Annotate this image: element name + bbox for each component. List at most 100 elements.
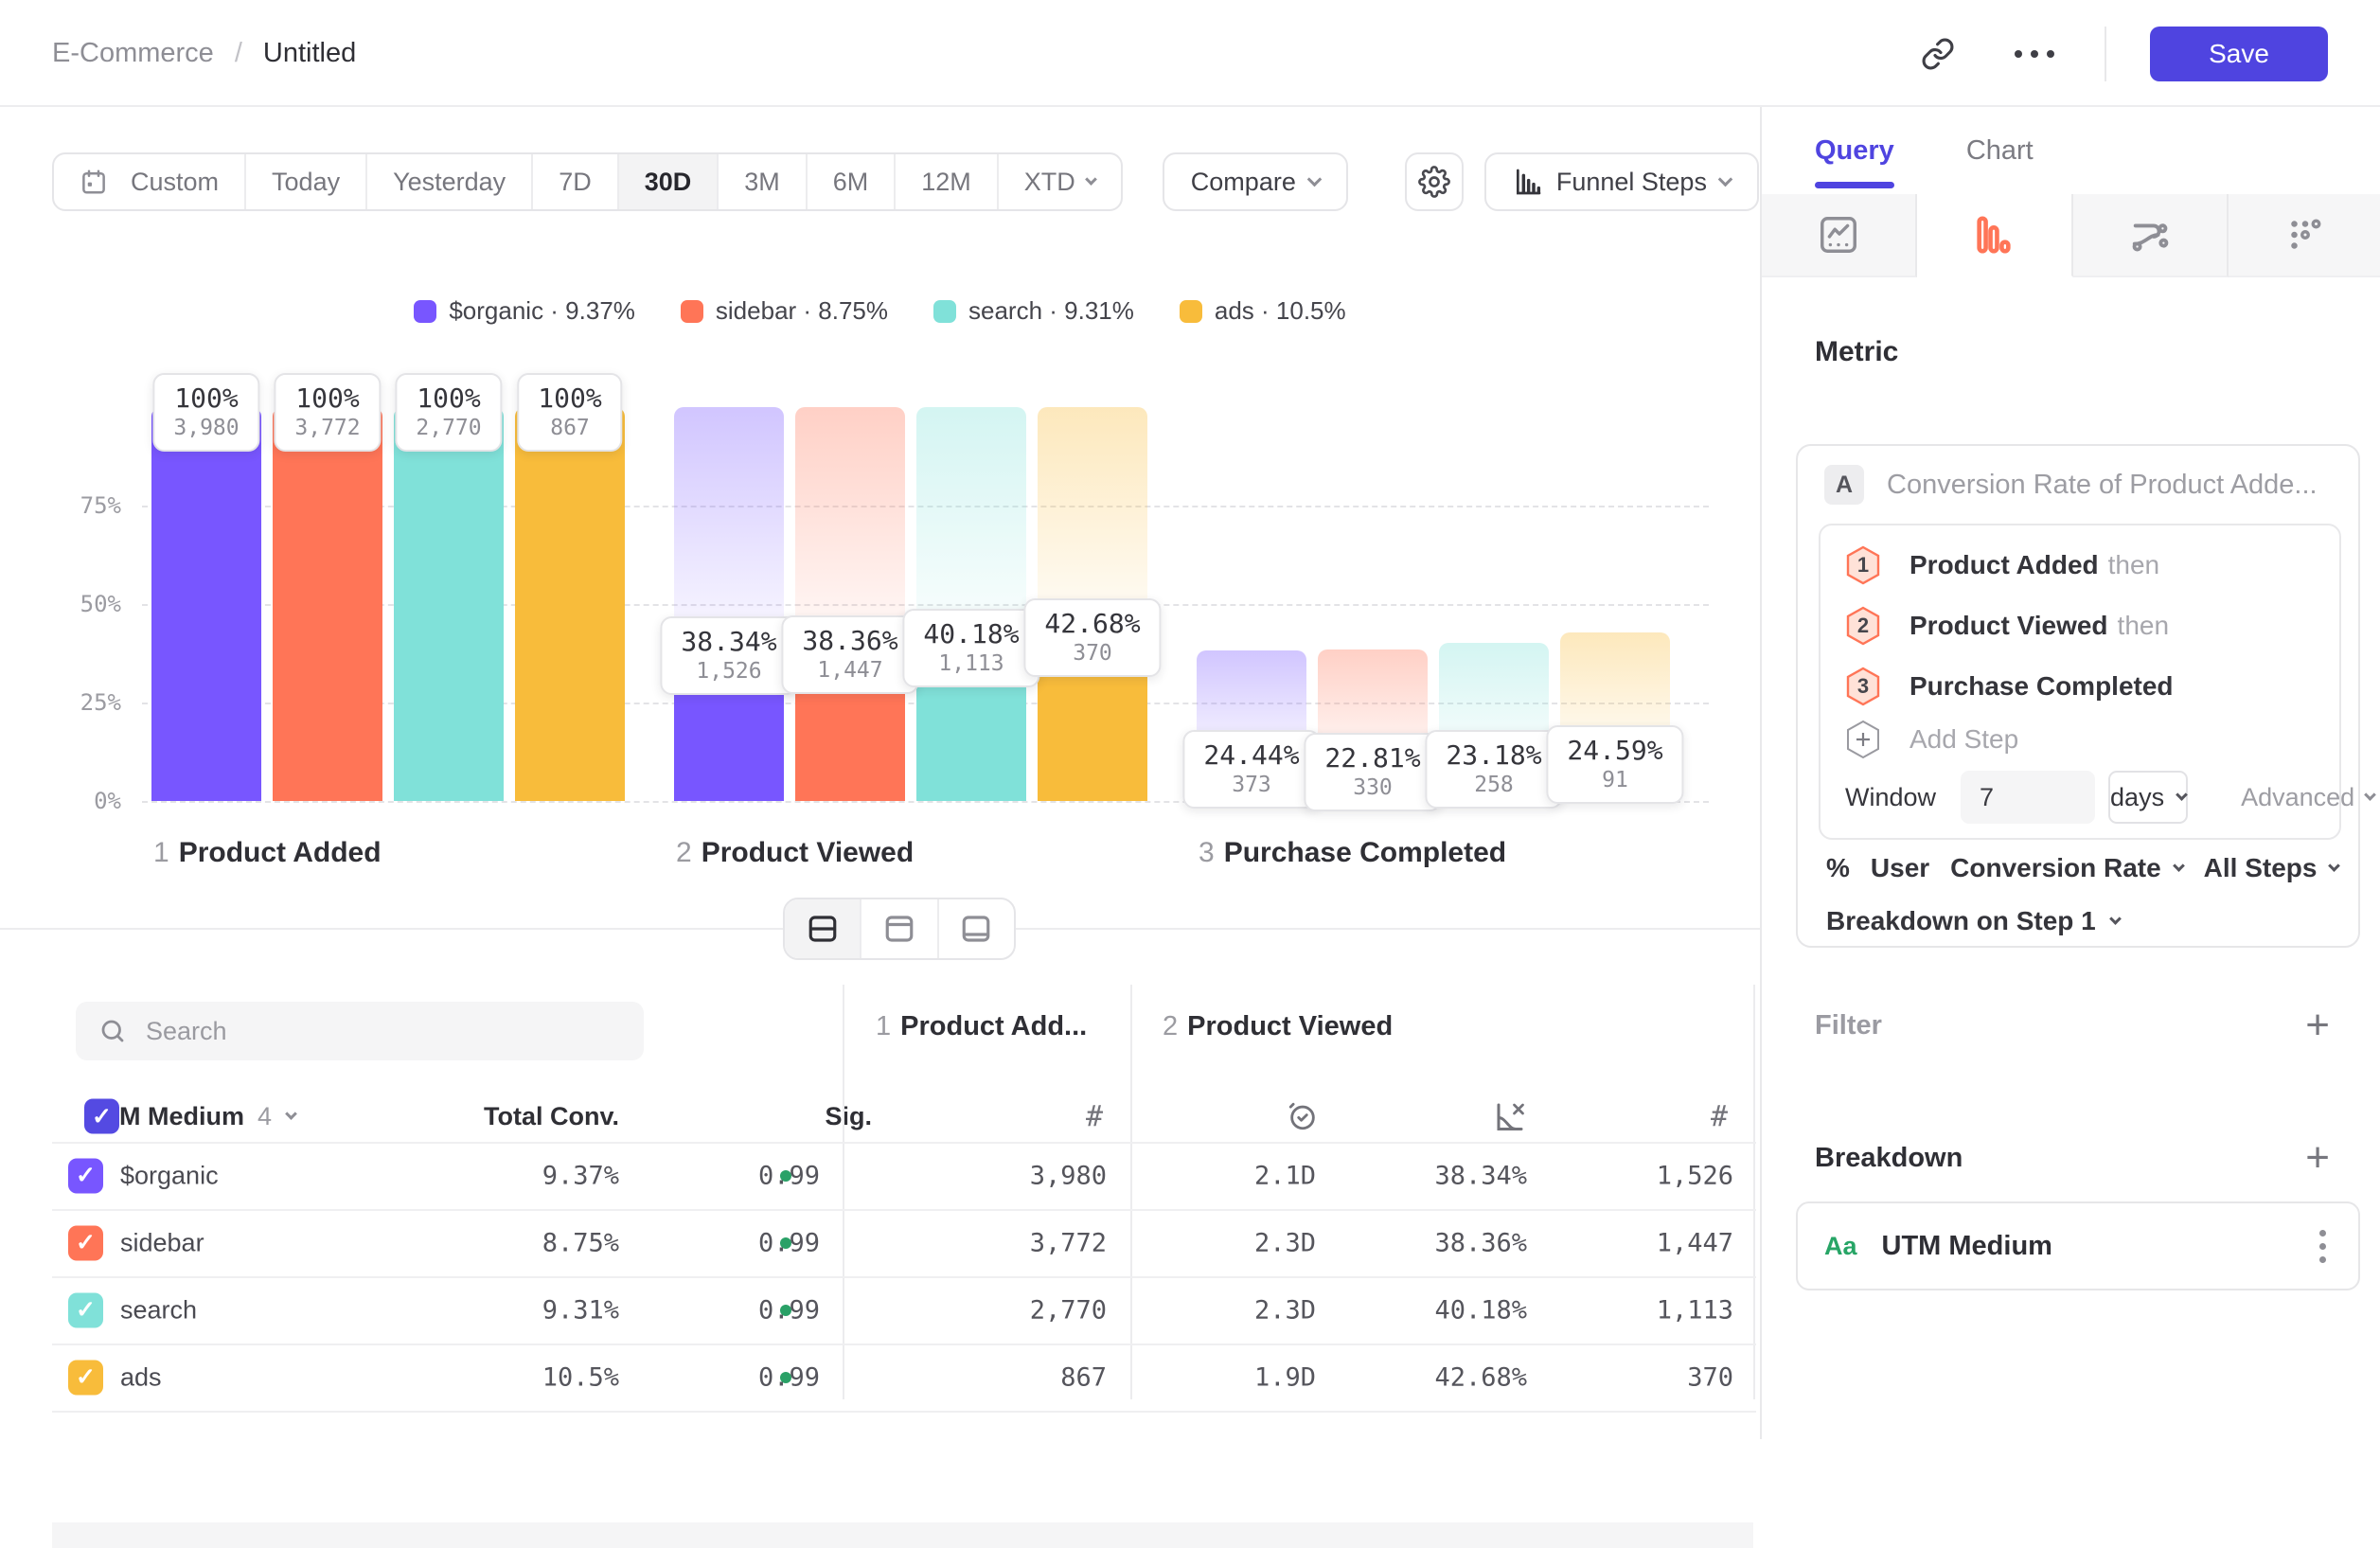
count-column-icon[interactable]: #: [1711, 1091, 1728, 1142]
bar-value-label: 24.44%373: [1182, 730, 1320, 809]
advanced-toggle[interactable]: Advanced: [2241, 783, 2374, 812]
more-menu-button[interactable]: [2008, 27, 2061, 80]
funnel-bar[interactable]: [273, 407, 382, 801]
report-type-retention[interactable]: [2229, 194, 2380, 277]
layout-split-button[interactable]: [785, 899, 861, 958]
add-filter-button[interactable]: +: [2305, 1005, 2330, 1046]
tab-chart[interactable]: Chart: [1966, 107, 2034, 194]
bar-value-label: 23.18%258: [1425, 730, 1562, 809]
funnel-bar[interactable]: [515, 407, 625, 801]
flows-icon: [2128, 213, 2172, 257]
save-button[interactable]: Save: [2150, 27, 2328, 81]
copy-link-button[interactable]: [1911, 27, 1964, 80]
window-value-input[interactable]: [1961, 771, 2095, 824]
scope-selector[interactable]: All Steps: [2204, 853, 2339, 883]
kebab-menu-icon[interactable]: [2314, 1224, 2332, 1269]
actor-selector[interactable]: User: [1871, 853, 1929, 883]
row-divider: [52, 1142, 1756, 1144]
total-conv-value: 9.31%: [542, 1295, 619, 1325]
window-unit-select[interactable]: days: [2108, 771, 2188, 824]
conv-rate-column-icon[interactable]: [1493, 1091, 1527, 1142]
segment-label: ads: [120, 1362, 162, 1392]
step1-count-value: 867: [1060, 1362, 1107, 1392]
step2-count-value: 370: [1687, 1362, 1733, 1392]
formula-text: Conversion Rate of Product Adde...: [1887, 470, 2318, 501]
search-icon: [98, 1017, 127, 1045]
funnel-step-3[interactable]: 3 Purchase Completed: [1845, 667, 2183, 705]
step-number-badge: 3: [1845, 667, 1881, 706]
sig-value: 0.99: [758, 1295, 820, 1325]
layout-chart-only-button[interactable]: [861, 899, 938, 958]
funnel-step-label: 1Product Added: [153, 837, 382, 869]
add-breakdown-button[interactable]: +: [2305, 1137, 2330, 1179]
y-axis-tick: 0%: [55, 788, 121, 814]
table-row[interactable]: ✓ads10.5%0.998671.9D42.68%370: [52, 1343, 1756, 1411]
row-checkbox[interactable]: ✓: [68, 1360, 103, 1395]
report-type-flows[interactable]: [2073, 194, 2229, 277]
funnel-steps-card: 1 Product Addedthen 2 Product Viewedthen…: [1819, 524, 2341, 840]
breadcrumb-board[interactable]: E-Commerce: [52, 38, 214, 69]
funnel-bar[interactable]: [151, 407, 261, 801]
row-divider: [52, 1209, 1756, 1211]
formula-row[interactable]: A Conversion Rate of Product Adde...: [1824, 465, 2318, 505]
search-input[interactable]: [146, 1017, 600, 1046]
funnel-step-1[interactable]: 1 Product Addedthen: [1845, 546, 2159, 584]
table-row[interactable]: ✓search9.31%0.992,7702.3D40.18%1,113: [52, 1276, 1756, 1343]
funnel-dropoff-bar: [795, 407, 905, 649]
total-conv-column-header[interactable]: Total Conv.: [484, 1091, 619, 1142]
bar-value-label: 38.34%1,526: [660, 616, 797, 695]
link-icon: [1921, 37, 1955, 71]
table-step2-header[interactable]: 2Product Viewed: [1163, 1011, 1393, 1042]
table-step1-header[interactable]: 1Product Add...: [876, 1011, 1087, 1042]
segment-label: sidebar: [120, 1228, 204, 1257]
count-column-icon[interactable]: #: [1086, 1091, 1103, 1142]
report-type-tabs: [1762, 194, 2380, 277]
table-bottom-divider: [52, 1411, 1756, 1413]
sig-column-header[interactable]: Sig.: [825, 1091, 872, 1142]
step1-count-value: 3,980: [1030, 1161, 1107, 1190]
sig-value: 0.99: [758, 1161, 820, 1190]
breakdown-count: 4: [258, 1102, 272, 1131]
table-row[interactable]: ✓sidebar8.75%0.993,7722.3D38.36%1,447: [52, 1209, 1756, 1276]
table-row[interactable]: ✓$organic9.37%0.993,9802.1D38.34%1,526: [52, 1142, 1756, 1209]
breakdown-section-title: Breakdown: [1815, 1143, 1963, 1174]
funnel-dropoff-bar: [916, 407, 1026, 643]
table-search[interactable]: [76, 1002, 644, 1060]
ellipsis-icon: [2015, 50, 2054, 58]
select-all-checkbox[interactable]: ✓: [84, 1099, 119, 1134]
breakdown-table: 1Product Add... 2Product Viewed ✓ UTM Me…: [52, 985, 1756, 1439]
avg-time-column-icon[interactable]: [1287, 1091, 1319, 1142]
bar-value-label: 100%867: [517, 373, 622, 452]
sig-value: 0.99: [758, 1228, 820, 1257]
tab-query[interactable]: Query: [1815, 107, 1894, 194]
report-type-funnels[interactable]: [1917, 194, 2072, 277]
y-axis-tick: 75%: [55, 492, 121, 519]
row-checkbox[interactable]: ✓: [68, 1225, 103, 1260]
conv-rate-value: 42.68%: [1434, 1362, 1527, 1392]
window-label: Window: [1845, 783, 1936, 812]
breadcrumb-report-title[interactable]: Untitled: [263, 38, 356, 69]
breakdown-item[interactable]: Aa UTM Medium: [1796, 1201, 2360, 1290]
report-canvas: CustomTodayYesterday7D30D3M6M12MXTD Comp…: [0, 107, 1760, 1439]
funnel-step-2[interactable]: 2 Product Viewedthen: [1845, 607, 2169, 645]
funnel-bar[interactable]: [394, 407, 504, 801]
avg-time-value: 2.3D: [1254, 1295, 1316, 1325]
funnel-step-label: 3Purchase Completed: [1199, 837, 1506, 869]
report-type-insights[interactable]: [1762, 194, 1917, 277]
metric-card: A Conversion Rate of Product Adde... 1 P…: [1796, 444, 2360, 948]
layout-table-only-button[interactable]: [939, 899, 1014, 958]
table-header-row: ✓ UTM Medium 4: [68, 1091, 295, 1142]
insights-icon: [1817, 213, 1860, 257]
query-panel: Query Chart: [1760, 107, 2380, 1439]
percent-icon: %: [1826, 853, 1850, 883]
y-axis-tick: 25%: [55, 689, 121, 716]
row-checkbox[interactable]: ✓: [68, 1292, 103, 1327]
topbar-divider: [2105, 27, 2106, 81]
chevron-down-icon[interactable]: [285, 1108, 297, 1120]
y-axis-tick: 50%: [55, 591, 121, 617]
metric-selector[interactable]: Conversion Rate: [1950, 853, 2183, 883]
row-checkbox[interactable]: ✓: [68, 1158, 103, 1193]
step1-count-value: 3,772: [1030, 1228, 1107, 1257]
add-step-button[interactable]: Add Step: [1845, 721, 2018, 758]
breakdown-on-step-selector[interactable]: Breakdown on Step 1: [1826, 906, 2120, 936]
